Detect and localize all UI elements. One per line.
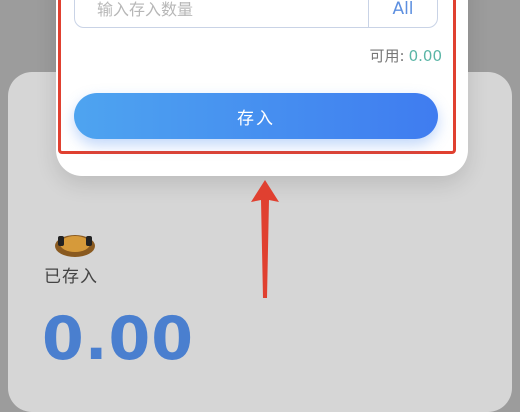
amount-field: All	[74, 0, 438, 28]
available-label: 可用:	[369, 47, 405, 65]
deposit-button[interactable]: 存入	[74, 93, 438, 139]
deposited-label: 已存入	[44, 267, 98, 287]
all-button[interactable]: All	[368, 0, 437, 27]
available-value: 0.00	[408, 47, 442, 65]
deposited-value: 0.00	[42, 304, 195, 374]
amount-input[interactable]	[75, 0, 371, 27]
mascot-icon	[55, 235, 95, 257]
up-arrow-icon	[251, 180, 279, 298]
available-balance: 可用: 0.00	[370, 45, 442, 66]
deposit-modal: All 可用:0.00 存入	[56, 0, 468, 176]
